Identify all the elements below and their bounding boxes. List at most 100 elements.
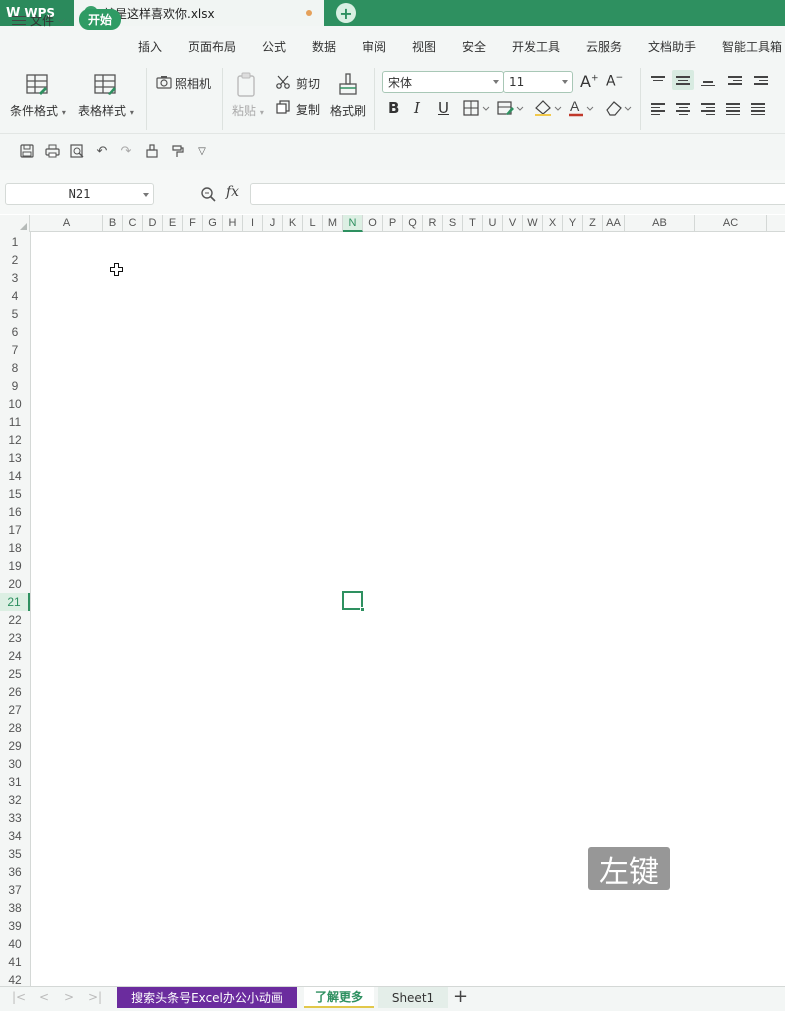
row-header-17[interactable]: 17 [0, 521, 30, 539]
column-header-k[interactable]: K [283, 215, 303, 232]
row-header-6[interactable]: 6 [0, 323, 30, 341]
select-all-corner[interactable] [0, 215, 30, 232]
sheet-tab-learn-more[interactable]: 了解更多 [304, 987, 374, 1008]
column-header-q[interactable]: Q [403, 215, 423, 232]
row-header-33[interactable]: 33 [0, 809, 30, 827]
row-header-26[interactable]: 26 [0, 683, 30, 701]
row-header-20[interactable]: 20 [0, 575, 30, 593]
column-header-h[interactable]: H [223, 215, 243, 232]
row-header-42[interactable]: 42 [0, 971, 30, 986]
row-header-28[interactable]: 28 [0, 719, 30, 737]
row-header-35[interactable]: 35 [0, 845, 30, 863]
column-header-s[interactable]: S [443, 215, 463, 232]
row-header-25[interactable]: 25 [0, 665, 30, 683]
row-header-5[interactable]: 5 [0, 305, 30, 323]
cell-style-icon[interactable] [497, 100, 525, 116]
column-header-r[interactable]: R [423, 215, 443, 232]
distributed-align-icon[interactable] [751, 101, 765, 117]
conditional-format-button[interactable]: 条件格式 ▾ [10, 102, 66, 119]
row-header-32[interactable]: 32 [0, 791, 30, 809]
menu-tab-developer[interactable]: 开发工具 [512, 38, 560, 55]
paint-brush-icon[interactable] [170, 143, 186, 159]
menu-tab-formulas[interactable]: 公式 [262, 38, 286, 55]
format-painter-icon[interactable] [336, 72, 360, 98]
row-header-18[interactable]: 18 [0, 539, 30, 557]
row-header-22[interactable]: 22 [0, 611, 30, 629]
row-header-37[interactable]: 37 [0, 881, 30, 899]
row-header-14[interactable]: 14 [0, 467, 30, 485]
save-icon[interactable] [19, 143, 35, 159]
column-header-i[interactable]: I [243, 215, 263, 232]
formula-input[interactable] [250, 183, 785, 205]
menu-tab-smart-toolbox[interactable]: 智能工具箱 [722, 38, 782, 55]
column-header-y[interactable]: Y [563, 215, 583, 232]
increase-font-icon[interactable]: A+ [580, 72, 599, 91]
border-icon[interactable] [463, 100, 491, 116]
menu-tab-page-layout[interactable]: 页面布局 [188, 38, 236, 55]
customize-toolbar-icon[interactable]: ▽ [194, 143, 210, 159]
font-size-select[interactable]: 11 [503, 71, 573, 93]
table-style-button[interactable]: 表格样式 ▾ [78, 102, 134, 119]
column-header-c[interactable]: C [123, 215, 143, 232]
conditional-format-icon[interactable] [24, 72, 52, 98]
menu-tab-review[interactable]: 审阅 [362, 38, 386, 55]
name-box[interactable]: N21 [5, 183, 154, 205]
row-header-9[interactable]: 9 [0, 377, 30, 395]
align-right-icon[interactable] [701, 101, 715, 117]
eraser-icon[interactable] [604, 99, 634, 117]
font-color-icon[interactable]: A [568, 98, 596, 118]
lock-format-icon[interactable] [144, 143, 160, 159]
row-header-16[interactable]: 16 [0, 503, 30, 521]
row-header-8[interactable]: 8 [0, 359, 30, 377]
align-left-icon[interactable] [651, 101, 665, 117]
row-header-34[interactable]: 34 [0, 827, 30, 845]
decrease-font-icon[interactable]: A− [606, 73, 623, 90]
row-header-19[interactable]: 19 [0, 557, 30, 575]
table-style-icon[interactable] [92, 72, 120, 98]
align-bottom-icon[interactable] [701, 79, 715, 88]
first-sheet-icon[interactable]: |< [12, 990, 26, 1004]
active-cell[interactable] [342, 591, 365, 612]
zoom-icon[interactable] [200, 186, 216, 202]
paste-button[interactable]: 粘贴 ▾ [232, 102, 264, 119]
italic-button[interactable]: I [414, 99, 420, 117]
decrease-indent-icon[interactable] [728, 74, 742, 87]
redo-icon[interactable]: ↷ [118, 143, 134, 159]
align-top-icon[interactable] [651, 74, 665, 83]
column-header-a[interactable]: A [31, 215, 103, 232]
prev-sheet-icon[interactable]: < [39, 990, 49, 1004]
menu-tab-doc-assistant[interactable]: 文档助手 [648, 38, 696, 55]
column-header-aa[interactable]: AA [603, 215, 625, 232]
column-header-j[interactable]: J [263, 215, 283, 232]
row-header-7[interactable]: 7 [0, 341, 30, 359]
sheet-tab-promo[interactable]: 搜索头条号Excel办公小动画 [117, 987, 297, 1008]
new-tab-button[interactable]: + [336, 3, 356, 23]
menu-tab-start[interactable]: 开始 [79, 9, 122, 30]
row-header-40[interactable]: 40 [0, 935, 30, 953]
cut-button[interactable]: 剪切 [296, 75, 320, 92]
row-header-24[interactable]: 24 [0, 647, 30, 665]
undo-icon[interactable]: ↶ [94, 143, 110, 159]
cell-grid[interactable] [31, 232, 785, 986]
row-header-36[interactable]: 36 [0, 863, 30, 881]
last-sheet-icon[interactable]: >| [88, 990, 102, 1004]
row-header-13[interactable]: 13 [0, 449, 30, 467]
row-header-29[interactable]: 29 [0, 737, 30, 755]
column-header-x[interactable]: X [543, 215, 563, 232]
align-middle-icon[interactable] [672, 70, 694, 90]
row-header-23[interactable]: 23 [0, 629, 30, 647]
menu-tab-view[interactable]: 视图 [412, 38, 436, 55]
row-header-41[interactable]: 41 [0, 953, 30, 971]
row-header-10[interactable]: 10 [0, 395, 30, 413]
column-header-g[interactable]: G [203, 215, 223, 232]
row-header-12[interactable]: 12 [0, 431, 30, 449]
column-header-l[interactable]: L [303, 215, 323, 232]
column-header-u[interactable]: U [483, 215, 503, 232]
print-icon[interactable] [44, 143, 60, 159]
insert-function-button[interactable]: fx [226, 184, 239, 200]
column-header-d[interactable]: D [143, 215, 163, 232]
column-header-t[interactable]: T [463, 215, 483, 232]
menu-file[interactable]: 文件 ⌵ [12, 12, 65, 29]
row-header-15[interactable]: 15 [0, 485, 30, 503]
row-header-21[interactable]: 21 [0, 593, 30, 611]
